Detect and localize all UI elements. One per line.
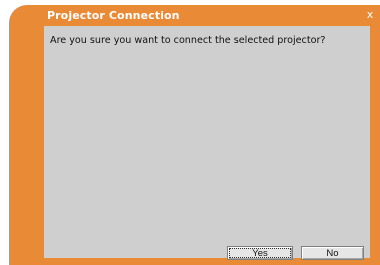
close-icon[interactable]: x xyxy=(364,8,376,22)
dialog-title: Projector Connection xyxy=(47,9,180,22)
yes-button[interactable]: Yes xyxy=(227,246,293,260)
dialog-body: Are you sure you want to connect the sel… xyxy=(44,26,370,260)
no-button[interactable]: No xyxy=(301,246,364,260)
title-bar[interactable]: Projector Connection x xyxy=(44,8,376,23)
projector-connection-dialog: Projector Connection x Are you sure you … xyxy=(0,0,380,265)
confirmation-message: Are you sure you want to connect the sel… xyxy=(50,35,326,46)
